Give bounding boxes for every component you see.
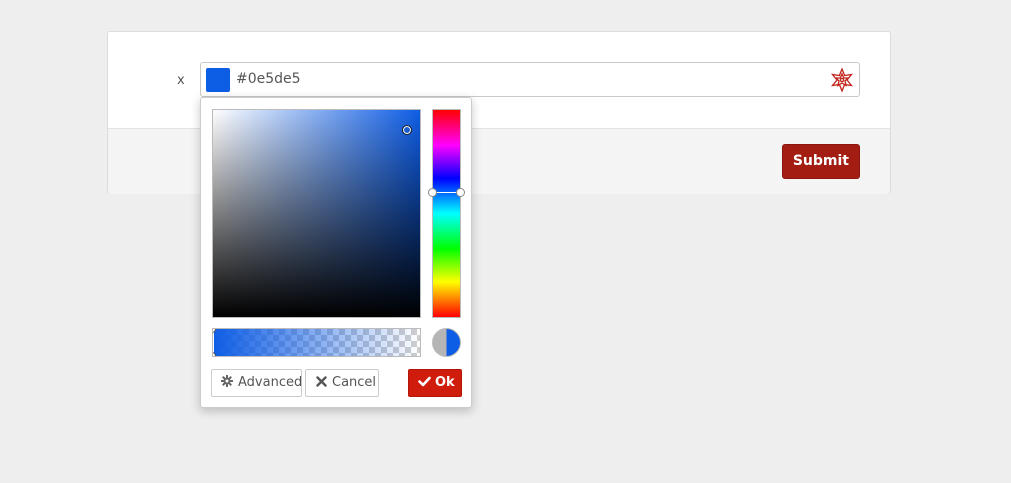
cancel-label: Cancel <box>332 375 377 390</box>
advanced-label: Advanced <box>238 375 303 390</box>
alpha-gradient <box>213 329 420 356</box>
field-label: x <box>177 73 185 88</box>
color-value[interactable]: #0e5de5 <box>236 71 301 87</box>
gear-icon <box>220 370 234 396</box>
ok-label: Ok <box>435 375 455 390</box>
hue-handle-left[interactable] <box>428 188 437 197</box>
black-gradient <box>213 110 420 317</box>
cancel-button[interactable]: Cancel <box>305 369 379 397</box>
color-picker-popover: Advanced Cancel Ok <box>200 97 472 408</box>
color-picker-icon[interactable] <box>829 67 855 93</box>
hue-handle-right[interactable] <box>456 188 465 197</box>
advanced-button[interactable]: Advanced <box>211 369 302 397</box>
color-swatch[interactable] <box>206 68 230 92</box>
saturation-value-area[interactable] <box>212 109 421 318</box>
submit-button[interactable]: Submit <box>781 144 860 179</box>
ok-button[interactable]: Ok <box>408 369 462 397</box>
hue-slider[interactable] <box>428 109 465 318</box>
close-icon <box>314 370 328 396</box>
page: x #0e5de5 Submit Advanced Cancel Ok <box>0 0 1011 483</box>
color-input[interactable]: #0e5de5 <box>200 62 860 97</box>
check-icon <box>417 370 431 396</box>
color-preview <box>432 328 461 357</box>
saturation-handle[interactable] <box>402 125 412 135</box>
alpha-slider[interactable] <box>212 328 421 357</box>
